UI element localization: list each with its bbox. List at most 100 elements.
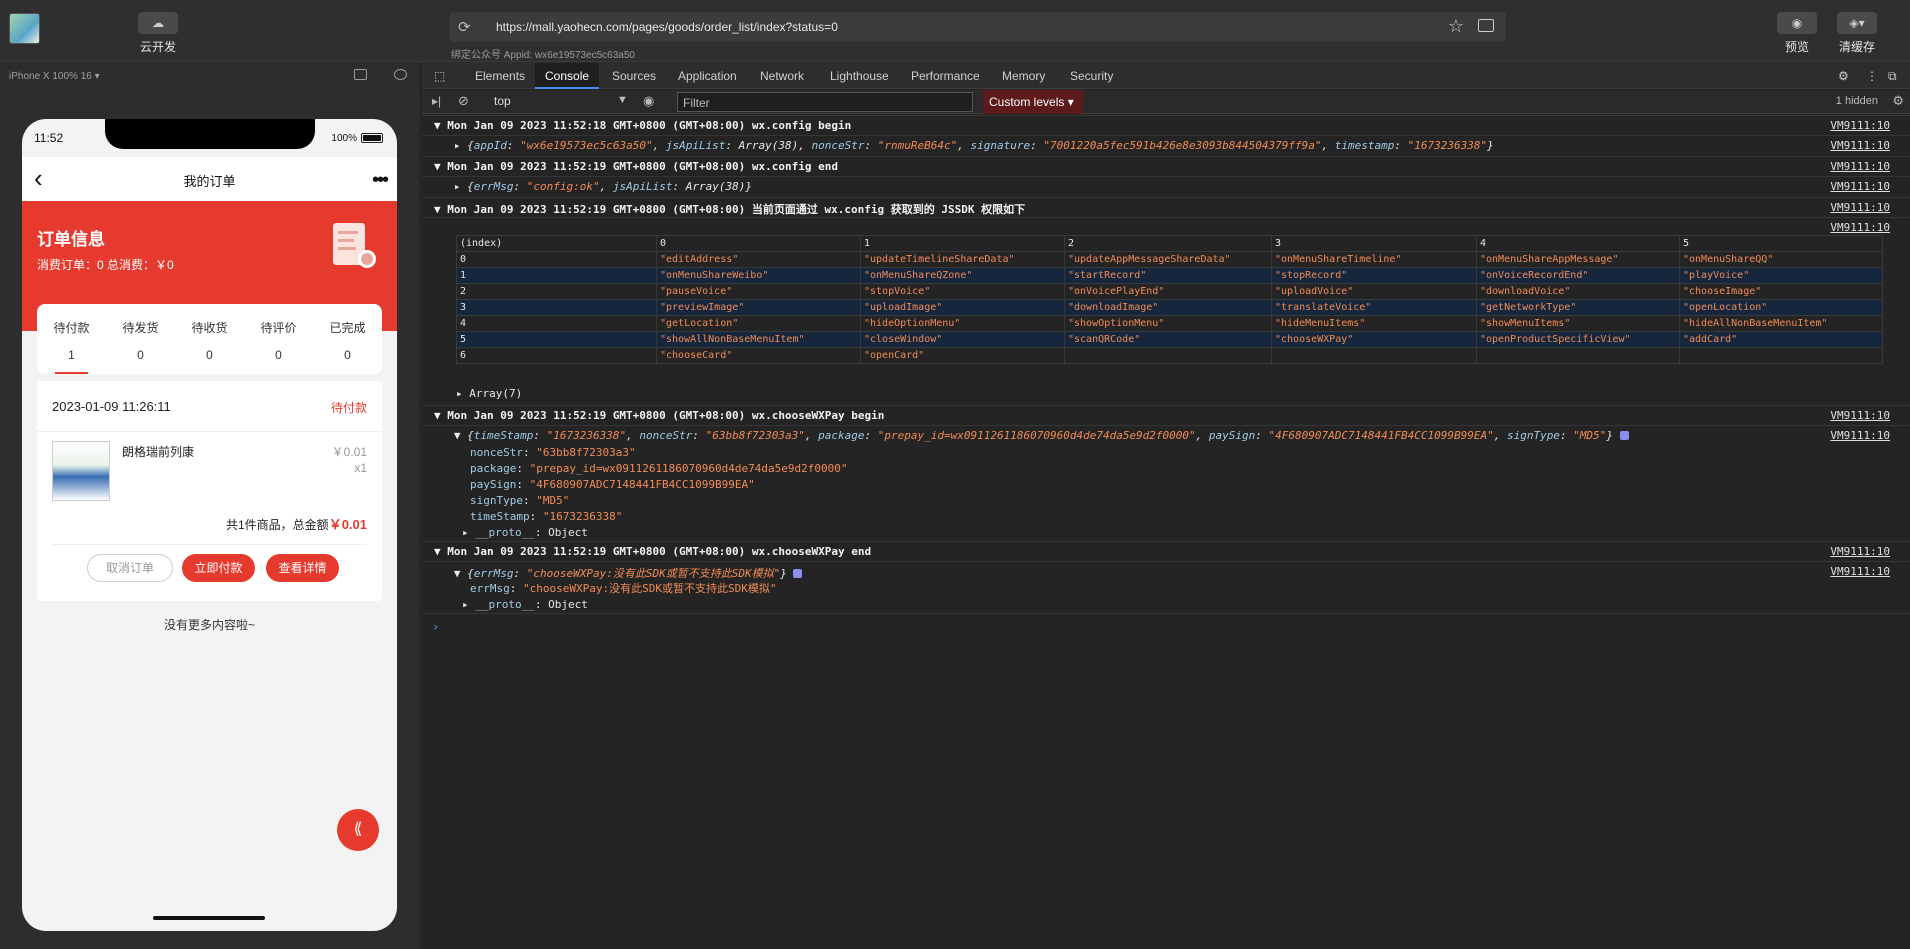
log-entry[interactable]: ▼ {errMsg: "chooseWXPay:没有此SDK或暂不支持此SDK模… <box>422 561 1910 613</box>
floating-action-button[interactable]: ⟪ <box>337 809 379 851</box>
tab-pending-receipt[interactable]: 待收货 0 <box>175 304 244 374</box>
refresh-icon[interactable]: ⟳ <box>458 18 471 36</box>
tab-elements[interactable]: Elements <box>475 69 525 83</box>
tab-pending-shipment[interactable]: 待发货 0 <box>106 304 175 374</box>
tab-completed[interactable]: 已完成 0 <box>313 304 382 374</box>
table-header-cell[interactable]: 2 <box>1064 235 1272 252</box>
device-selector[interactable]: iPhone X 100% 16 ▾ <box>9 71 100 82</box>
prop-row[interactable]: package: "prepay_id=wx0911261186070960d4… <box>470 461 848 477</box>
table-cell: "updateTimelineShareData" <box>860 251 1065 268</box>
array-summary[interactable]: ▸ Array(7) <box>456 387 522 400</box>
tab-network[interactable]: Network <box>760 69 804 83</box>
eye-icon: ◉ <box>1777 12 1817 34</box>
log-entry[interactable]: ▼ Mon Jan 09 2023 11:52:19 GMT+0800 (GMT… <box>422 197 1910 217</box>
log-entry[interactable]: ▼ Mon Jan 09 2023 11:52:19 GMT+0800 (GMT… <box>422 156 1910 176</box>
product-name: 朗格瑞前列康 <box>122 445 195 459</box>
filter-input[interactable]: Filter <box>677 92 973 112</box>
source-link[interactable]: VM9111:10 <box>1830 565 1890 578</box>
tab-lighthouse[interactable]: Lighthouse <box>830 69 889 83</box>
kebab-menu-icon[interactable]: ⋮ <box>1866 69 1878 83</box>
info-icon[interactable] <box>793 569 803 578</box>
cancel-order-button[interactable]: 取消订单 <box>87 554 173 582</box>
table-header-cell[interactable]: 4 <box>1476 235 1680 252</box>
dock-icon[interactable]: ⧉ <box>1888 69 1897 84</box>
table-row: 2 "pauseVoice" "stopVoice" "onVoicePlayEnd"… <box>456 283 1883 300</box>
eye-icon[interactable]: ◉ <box>643 93 654 109</box>
tab-application[interactable]: Application <box>678 69 737 83</box>
context-selector[interactable]: top <box>494 94 511 108</box>
prop-row[interactable]: paySign: "4F680907ADC7148441FB4CC1099B99… <box>470 477 848 493</box>
table-row: 1 "onMenuShareWeibo" "onMenuShareQZone" "st… <box>456 267 1883 284</box>
battery-icon <box>361 133 383 143</box>
table-header-cell[interactable]: 3 <box>1271 235 1477 252</box>
order-card[interactable]: 2023-01-09 11:26:11 待付款 朗格瑞前列康 ￥0.01 x1 … <box>37 381 382 601</box>
table-header-cell[interactable]: (index) <box>456 235 657 252</box>
source-link[interactable]: VM9111:10 <box>1830 180 1890 193</box>
url-text[interactable]: https://mall.yaohecn.com/pages/goods/ord… <box>496 20 838 34</box>
log-levels-dropdown[interactable]: Custom levels ▾ <box>983 90 1083 114</box>
home-indicator <box>153 916 265 920</box>
table-cell: "showMenuItems" <box>1476 315 1680 332</box>
source-link[interactable]: VM9111:10 <box>1830 139 1890 152</box>
settings-icon[interactable]: ⚙ <box>1892 93 1904 109</box>
log-entry[interactable]: ▸ {appId: "wx6e19573ec5c63a50", jsApiLis… <box>422 135 1910 156</box>
tab-memory[interactable]: Memory <box>1002 69 1045 83</box>
tab-sources[interactable]: Sources <box>612 69 656 83</box>
console-prompt[interactable]: › <box>432 620 439 634</box>
tab-pending-payment[interactable]: 待付款 1 <box>37 304 106 374</box>
source-link[interactable]: VM9111:10 <box>1830 545 1890 558</box>
inspect-icon[interactable]: ⬚ <box>434 69 445 83</box>
tab-console[interactable]: Console <box>535 63 600 89</box>
table-cell: "hideAllNonBaseMenuItem" <box>1679 315 1883 332</box>
context-dropdown-icon[interactable]: ▼ <box>617 94 628 106</box>
source-link[interactable]: VM9111:10 <box>1830 201 1890 214</box>
log-entry[interactable]: ▼ Mon Jan 09 2023 11:52:19 GMT+0800 (GMT… <box>422 405 1910 425</box>
source-link[interactable]: VM9111:10 <box>1830 119 1890 132</box>
console-output[interactable]: ▼ Mon Jan 09 2023 11:52:18 GMT+0800 (GMT… <box>422 115 1910 949</box>
tab-pending-review[interactable]: 待评价 0 <box>244 304 313 374</box>
product-image[interactable] <box>52 441 110 501</box>
log-text: Mon Jan 09 2023 11:52:18 GMT+0800 (GMT+0… <box>447 119 852 132</box>
more-icon[interactable]: ••• <box>372 169 389 192</box>
tab-security[interactable]: Security <box>1070 69 1113 83</box>
popout-icon[interactable] <box>354 69 367 80</box>
log-entry[interactable]: ▸ {errMsg: "config:ok", jsApiList: Array… <box>422 176 1910 197</box>
cloud-dev-button[interactable]: ☁ 云开发 <box>123 12 193 55</box>
clear-console-icon[interactable]: ⊘ <box>458 93 469 109</box>
folder-icon[interactable] <box>1478 19 1494 32</box>
tab-performance[interactable]: Performance <box>911 69 980 83</box>
prop-row[interactable]: signType: "MD5" <box>470 493 848 509</box>
star-icon[interactable]: ☆ <box>1448 16 1464 37</box>
log-entry[interactable]: ▼ Mon Jan 09 2023 11:52:19 GMT+0800 (GMT… <box>422 541 1910 561</box>
source-link[interactable]: VM9111:10 <box>1830 221 1890 234</box>
log-entry[interactable]: ▼ Mon Jan 09 2023 11:52:18 GMT+0800 (GMT… <box>422 115 1910 135</box>
table-header-cell[interactable]: 5 <box>1679 235 1883 252</box>
info-icon[interactable] <box>1619 431 1629 440</box>
table-header-cell[interactable]: 1 <box>860 235 1065 252</box>
clear-cache-label: 清缓存 <box>1838 40 1875 54</box>
prop-row[interactable]: ▸ __proto__: Object <box>462 597 776 613</box>
table-header-cell[interactable]: 0 <box>656 235 861 252</box>
sidebar-toggle-icon[interactable]: ▸| <box>432 94 441 108</box>
source-link[interactable]: VM9111:10 <box>1830 409 1890 422</box>
table-cell: 2 <box>456 283 657 300</box>
table-cell <box>1064 347 1272 364</box>
top-toolbar: ☁ 云开发 ⟳ https://mall.yaohecn.com/pages/g… <box>0 0 1910 62</box>
source-link[interactable]: VM9111:10 <box>1830 160 1890 173</box>
source-link[interactable]: VM9111:10 <box>1830 429 1890 442</box>
prop-row[interactable]: errMsg: "chooseWXPay:没有此SDK或暂不支持此SDK模拟" <box>470 581 776 597</box>
devtools-tabbar: ⬚ Elements Console Sources Application N… <box>422 63 1910 89</box>
prop-row[interactable]: nonceStr: "63bb8f72303a3" <box>470 445 848 461</box>
table-cell: "downloadImage" <box>1064 299 1272 316</box>
prop-row[interactable]: timeStamp: "1673236338" <box>470 509 848 525</box>
rotate-icon[interactable] <box>394 69 407 80</box>
nav-bar: ‹ 我的订单 ••• <box>22 157 397 201</box>
pay-now-button[interactable]: 立即付款 <box>182 554 255 582</box>
address-bar[interactable]: ⟳ https://mall.yaohecn.com/pages/goods/o… <box>450 12 1506 42</box>
prop-row[interactable]: ▸ __proto__: Object <box>462 525 848 541</box>
clear-cache-button[interactable]: ◈▾ 清缓存 <box>1822 12 1892 55</box>
view-detail-button[interactable]: 查看详情 <box>266 554 339 582</box>
avatar[interactable] <box>9 13 40 44</box>
gear-icon[interactable]: ⚙ <box>1838 69 1849 83</box>
log-entry[interactable]: ▼ {timeStamp: "1673236338", nonceStr: "6… <box>422 425 1910 541</box>
